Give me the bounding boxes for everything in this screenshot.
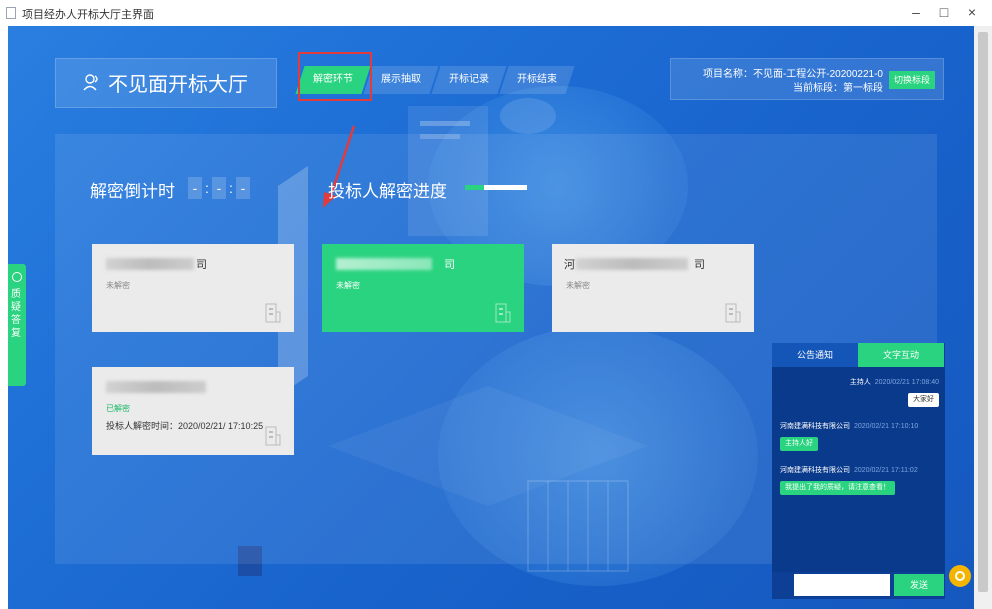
window-scrollbar[interactable] xyxy=(974,26,992,609)
building-icon xyxy=(265,303,281,323)
window-page-icon xyxy=(6,7,16,19)
window-titlebar: 项目经办人开标大厅主界面 – □ × xyxy=(0,0,992,26)
countdown-label: 解密倒计时 xyxy=(90,182,175,201)
chat-input[interactable] xyxy=(794,574,890,596)
redacted-company-name xyxy=(576,258,688,270)
send-button[interactable]: 发送 xyxy=(894,574,944,596)
minimize-button[interactable]: – xyxy=(906,4,926,20)
tab-announcements[interactable]: 公告通知 xyxy=(772,343,858,367)
message-time: 2020/02/21 17:11:02 xyxy=(854,467,918,474)
countdown-hours: - xyxy=(188,177,202,199)
countdown-separator: : xyxy=(205,180,209,196)
message-time: 2020/02/21 17:10:10 xyxy=(854,423,919,430)
main-canvas: 不见面开标大厅 解密环节 展示抽取 开标记录 开标结束 项目名称：不见面-工程公… xyxy=(8,26,974,609)
chat-panel: 公告通知 文字互动 主持人 2020/02/21 17:08:40 大家好 河南建… xyxy=(772,343,945,599)
message-time: 2020/02/21 17:08:40 xyxy=(874,379,939,386)
decrypt-status: 未解密 xyxy=(336,281,360,290)
countdown-minutes: - xyxy=(212,177,226,199)
redacted-company-name xyxy=(336,258,432,270)
scrollbar-thumb[interactable] xyxy=(978,32,988,592)
message-sender: 河南建满科技有限公司 xyxy=(780,467,850,474)
message-sender: 河南建满科技有限公司 xyxy=(780,423,850,430)
chat-fab-button[interactable] xyxy=(949,565,971,587)
decrypt-status: 未解密 xyxy=(566,281,590,290)
side-tab-question-reply[interactable]: 质疑答复 xyxy=(8,264,26,386)
bidder-card-selected[interactable]: 司 未解密 xyxy=(322,244,524,332)
bidder-card[interactable]: 河 司 未解密 xyxy=(552,244,754,332)
message-bubble: 大家好 xyxy=(908,393,939,407)
side-tab-label: 质疑答复 xyxy=(11,289,21,339)
question-icon xyxy=(12,272,22,282)
building-icon xyxy=(495,303,511,323)
message-meta: 河南建满科技有限公司 2020/02/21 17:10:10 xyxy=(780,421,918,431)
redacted-company-name xyxy=(106,381,206,393)
message-meta: 河南建满科技有限公司 2020/02/21 17:11:02 xyxy=(780,465,918,475)
chat-icon xyxy=(955,571,965,581)
redacted-company-name xyxy=(106,258,194,270)
bidder-card[interactable]: 已解密 投标人解密时间：2020/02/21/ 17:10:25 xyxy=(92,367,294,455)
countdown-separator: : xyxy=(229,180,233,196)
building-icon xyxy=(265,426,281,446)
company-name-suffix: 司 xyxy=(444,259,455,271)
company-name-suffix: 司 xyxy=(694,259,705,271)
message-bubble: 我提出了我的质疑，请注意查看！ xyxy=(780,481,895,495)
decrypt-time: 投标人解密时间：2020/02/21/ 17:10:25 xyxy=(106,421,264,431)
countdown-timer: - : - : - xyxy=(188,177,250,199)
message-bubble: 主持人好 xyxy=(780,437,818,451)
message-sender: 主持人 xyxy=(849,379,871,386)
window-title: 项目经办人开标大厅主界面 xyxy=(22,9,154,21)
message-meta: 主持人 2020/02/21 17:08:40 xyxy=(850,377,939,387)
close-button[interactable]: × xyxy=(962,4,982,20)
chat-messages: 主持人 2020/02/21 17:08:40 大家好 河南建满科技有限公司 202… xyxy=(772,367,945,572)
progress-bar xyxy=(465,185,527,190)
progress-bar-fill xyxy=(465,185,484,190)
building-icon xyxy=(725,303,741,323)
company-name-prefix: 河 xyxy=(564,259,575,271)
progress-label: 投标人解密进度 xyxy=(328,182,447,201)
decrypt-status: 未解密 xyxy=(106,281,130,290)
tab-text-interaction[interactable]: 文字互动 xyxy=(858,343,944,367)
company-name-suffix: 司 xyxy=(196,259,207,271)
maximize-button[interactable]: □ xyxy=(934,4,954,20)
bidder-card[interactable]: 司 未解密 xyxy=(92,244,294,332)
decrypt-status: 已解密 xyxy=(106,404,130,413)
countdown-seconds: - xyxy=(236,177,250,199)
